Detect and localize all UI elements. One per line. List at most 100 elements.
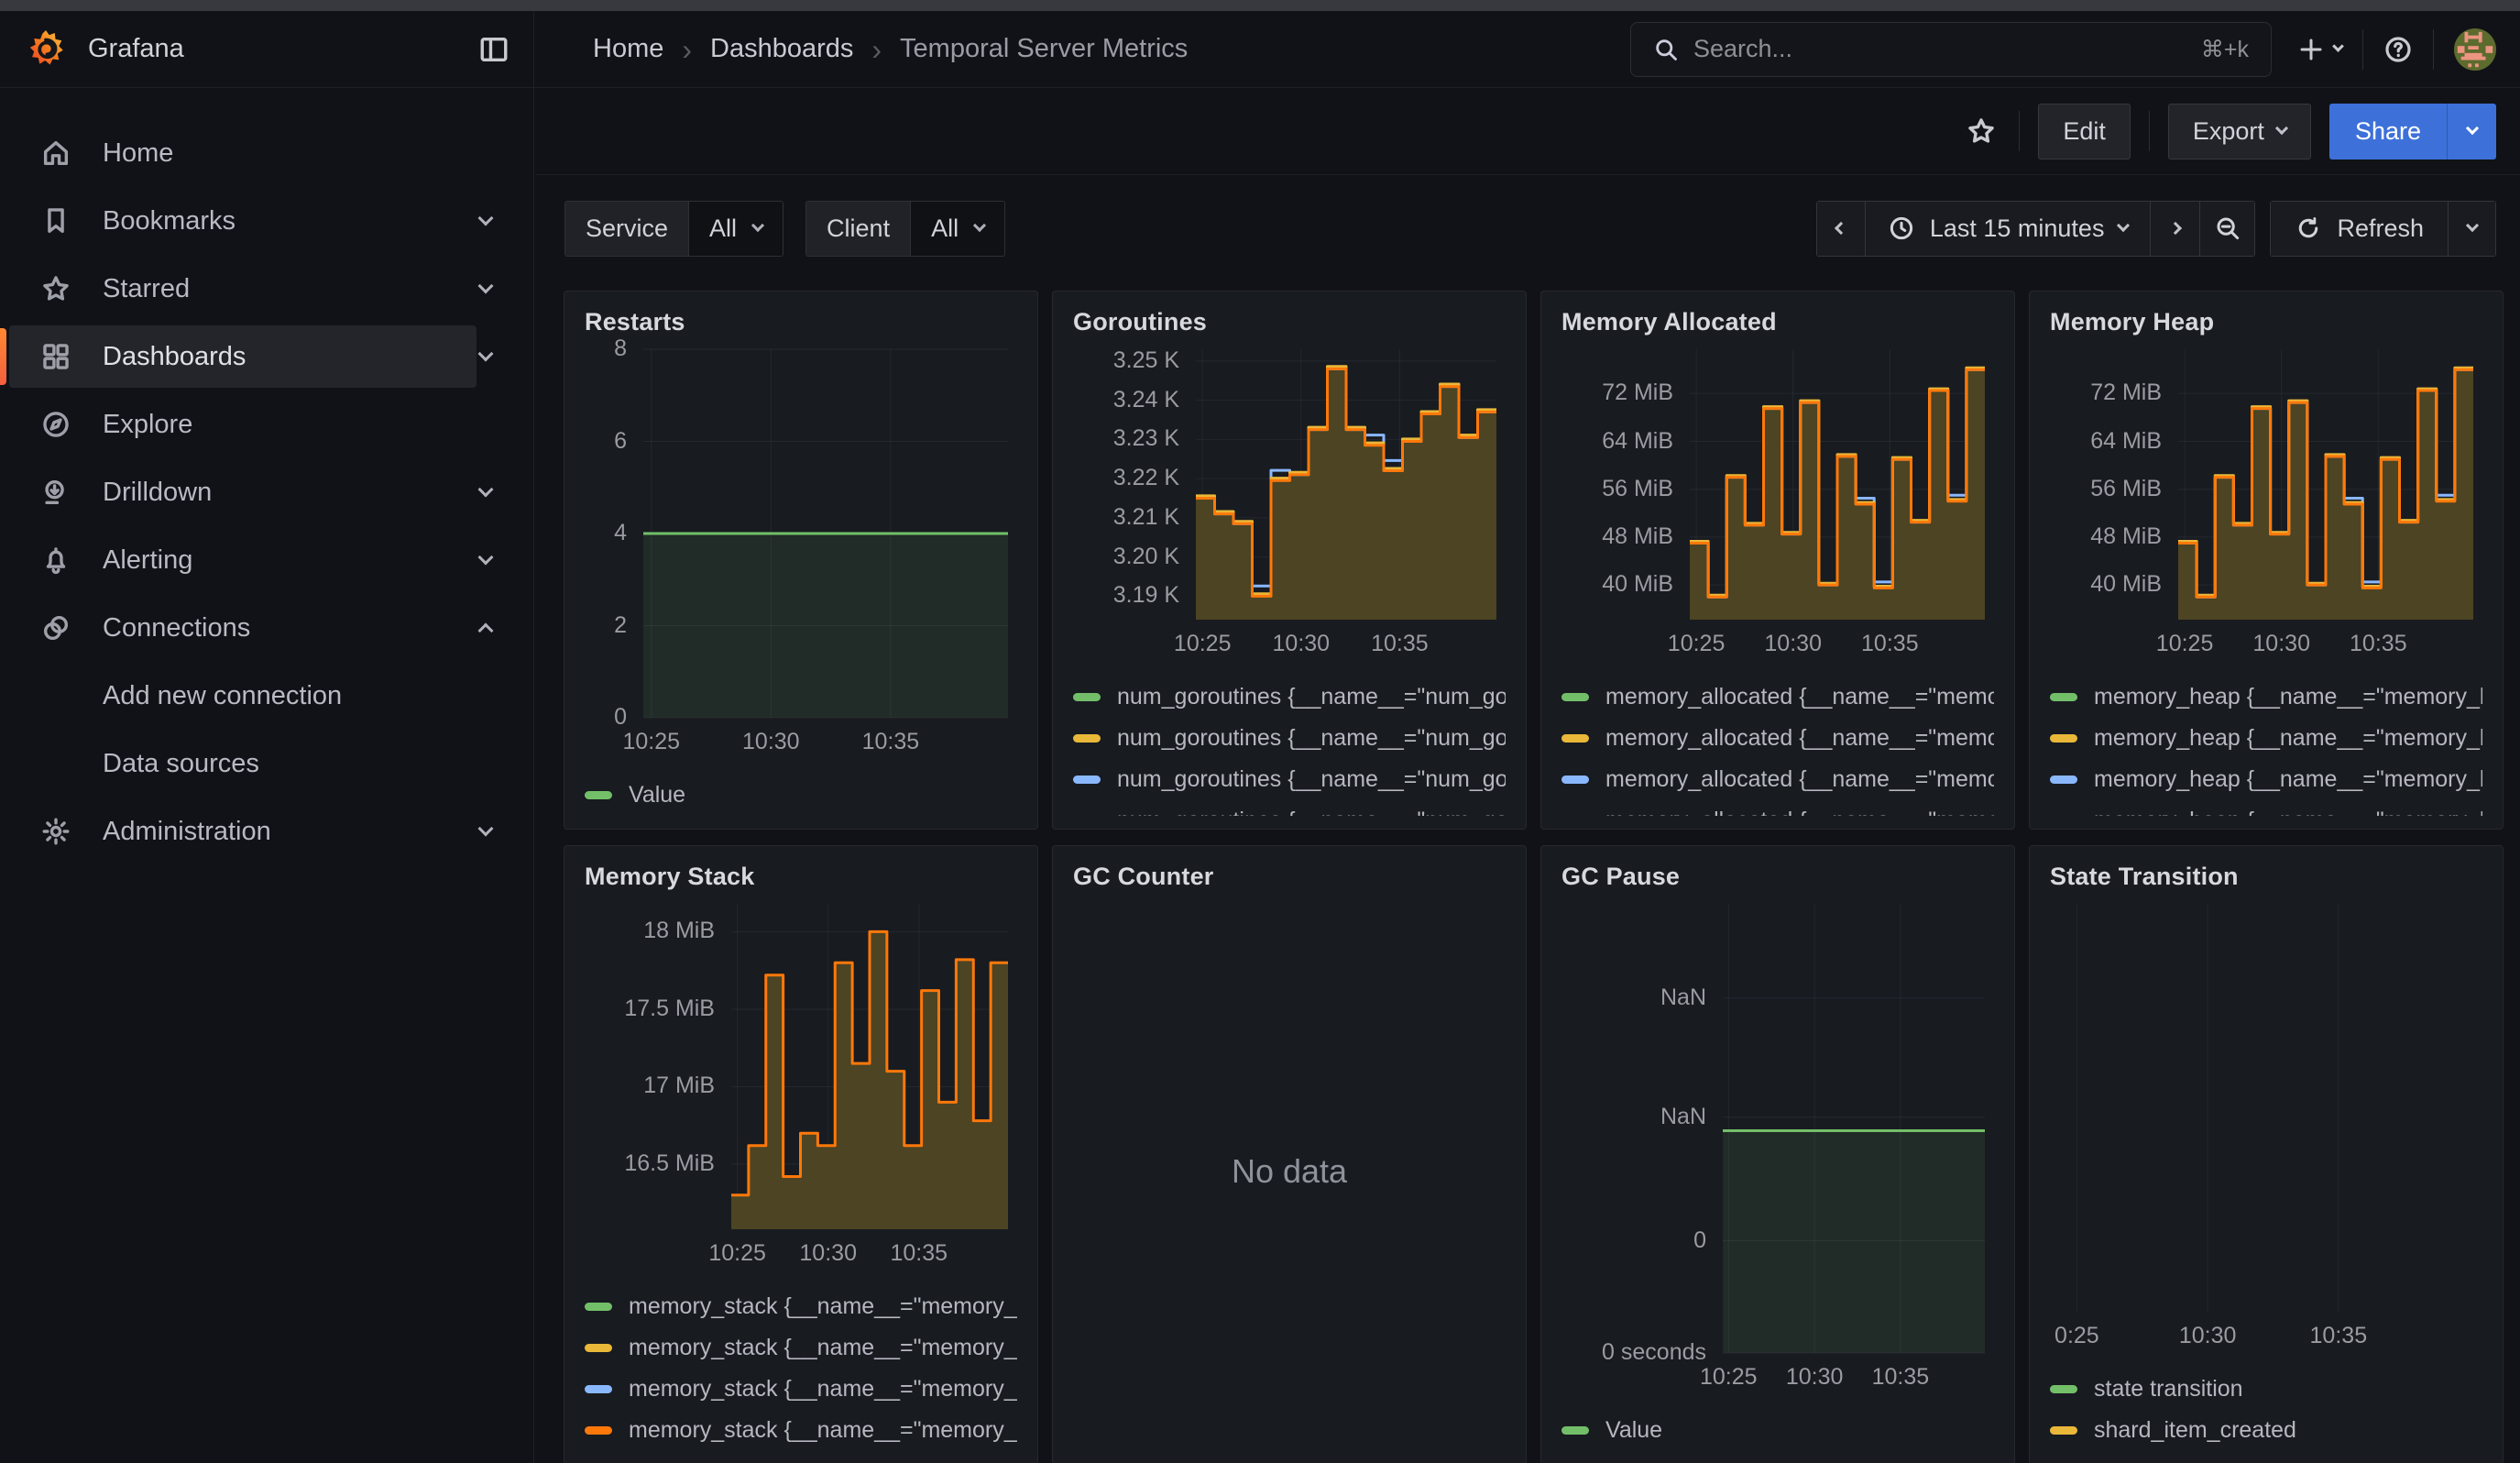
legend: state transition shard_item_created — [2050, 1369, 2482, 1451]
legend-label: memory_heap {__name__="memory_h — [2094, 808, 2482, 816]
sidebar-item-explore[interactable]: Explore — [0, 390, 533, 458]
legend-item[interactable]: memory_allocated {__name__="memo — [1561, 759, 1994, 800]
time-shift-back-button[interactable] — [1816, 201, 1866, 257]
sidebar-item-home[interactable]: Home — [0, 119, 533, 187]
time-range-picker[interactable]: Last 15 minutes — [1866, 201, 2152, 257]
panel-restarts: Restarts 8642010:2510:3010:35 Value — [564, 291, 1038, 830]
top-bar-left: Grafana — [0, 11, 534, 87]
sidebar-toggle-icon[interactable] — [478, 34, 509, 65]
sidebar-item-administration[interactable]: Administration — [0, 798, 533, 865]
timeseries-chart[interactable]: 72 MiB64 MiB56 MiB48 MiB40 MiB10:2510:30… — [2050, 342, 2482, 667]
panel-title[interactable]: Memory Stack — [585, 863, 1017, 891]
avatar-pixel-art — [2454, 28, 2496, 71]
add-new-button[interactable] — [2297, 36, 2342, 63]
favorite-star-button[interactable] — [1966, 116, 1997, 147]
sidebar-item-drilldown[interactable]: Drilldown — [0, 458, 533, 526]
share-button[interactable]: Share — [2329, 104, 2447, 160]
sidebar-nav: Home Bookmarks Starred Dashboards Explor… — [0, 88, 534, 1463]
legend-label: memory_heap {__name__="memory_h — [2094, 766, 2482, 793]
chevron-down-icon[interactable] — [478, 550, 494, 566]
zoom-out-icon — [2214, 214, 2241, 242]
legend-item[interactable]: num_goroutines {__name__="num_go — [1073, 718, 1506, 759]
legend-item[interactable]: memory_stack {__name__="memory_s — [585, 1410, 1017, 1451]
legend-item[interactable]: num_goroutines {__name__="num_go — [1073, 800, 1506, 816]
legend-item[interactable]: memory_allocated {__name__="memo — [1561, 718, 1994, 759]
legend-label: shard_item_created — [2094, 1417, 2296, 1444]
legend-label: memory_stack {__name__="memory_s — [629, 1376, 1017, 1402]
legend-item[interactable]: memory_stack {__name__="memory_s — [585, 1369, 1017, 1410]
zoom-out-button[interactable] — [2200, 201, 2255, 257]
chevron-down-icon[interactable] — [478, 821, 494, 837]
legend-item[interactable]: memory_heap {__name__="memory_h — [2050, 718, 2482, 759]
edit-button[interactable]: Edit — [2038, 104, 2131, 160]
legend-item[interactable]: memory_stack {__name__="memory_s — [585, 1286, 1017, 1327]
sidebar-item-alerting[interactable]: Alerting — [0, 526, 533, 594]
sidebar-item-starred[interactable]: Starred — [0, 255, 533, 323]
breadcrumb-home[interactable]: Home — [593, 34, 663, 64]
legend-item[interactable]: memory_heap {__name__="memory_h — [2050, 676, 2482, 718]
client-variable[interactable]: Client All — [805, 201, 1005, 257]
sidebar-item-dashboards[interactable]: Dashboards — [0, 323, 533, 390]
breadcrumb-dashboards[interactable]: Dashboards — [710, 34, 853, 64]
legend-swatch — [1561, 734, 1589, 742]
legend-label: memory_heap {__name__="memory_h — [2094, 725, 2482, 752]
chevron-down-icon[interactable] — [478, 279, 494, 294]
legend: Value — [585, 775, 1017, 816]
chevron-down-icon[interactable] — [478, 211, 494, 226]
sidebar-item-add-new-connection[interactable]: Add new connection — [0, 662, 533, 730]
timeseries-chart[interactable]: 18 MiB17.5 MiB17 MiB16.5 MiB10:2510:3010… — [585, 896, 1017, 1277]
refresh-interval-dropdown[interactable] — [2449, 201, 2496, 257]
export-button[interactable]: Export — [2168, 104, 2311, 160]
legend-item[interactable]: num_goroutines {__name__="num_go — [1073, 759, 1506, 800]
legend-item[interactable]: shard_item_created — [2050, 1410, 2482, 1451]
panel-title[interactable]: GC Pause — [1561, 863, 1994, 891]
sidebar-item-data-sources[interactable]: Data sources — [0, 730, 533, 798]
panel-title[interactable]: Memory Allocated — [1561, 308, 1994, 336]
sidebar-item-connections[interactable]: Connections — [0, 594, 533, 662]
panel-title[interactable]: GC Counter — [1073, 863, 1506, 891]
panel-goroutines: Goroutines 3.25 K3.24 K3.23 K3.22 K3.21 … — [1052, 291, 1527, 830]
legend-item[interactable]: Value — [585, 775, 1017, 816]
dashboards-icon — [40, 341, 71, 372]
client-variable-value[interactable]: All — [910, 202, 1004, 256]
divider — [2019, 111, 2020, 151]
share-split-button: Share — [2329, 104, 2496, 160]
timeseries-chart[interactable]: 72 MiB64 MiB56 MiB48 MiB40 MiB10:2510:30… — [1561, 342, 1994, 667]
legend-item[interactable]: memory_heap {__name__="memory_h — [2050, 800, 2482, 816]
legend-swatch — [585, 791, 612, 799]
legend: memory_heap {__name__="memory_h memory_h… — [2050, 676, 2482, 816]
refresh-button[interactable]: Refresh — [2270, 201, 2449, 257]
panel-title[interactable]: State Transition — [2050, 863, 2482, 891]
timeseries-chart[interactable]: 3.25 K3.24 K3.23 K3.22 K3.21 K3.20 K3.19… — [1073, 342, 1506, 667]
panel-title[interactable]: Restarts — [585, 308, 1017, 336]
breadcrumb-current: Temporal Server Metrics — [900, 34, 1188, 64]
chevron-up-icon[interactable] — [478, 623, 494, 639]
legend-item[interactable]: memory_heap {__name__="memory_h — [2050, 759, 2482, 800]
timeseries-chart[interactable]: 8642010:2510:3010:35 — [585, 342, 1017, 765]
legend-item[interactable]: memory_allocated {__name__="memo — [1561, 676, 1994, 718]
legend-swatch — [585, 1385, 612, 1393]
legend-item[interactable]: state transition — [2050, 1369, 2482, 1410]
legend-item[interactable]: memory_allocated {__name__="memo — [1561, 800, 1994, 816]
service-variable-value[interactable]: All — [688, 202, 783, 256]
legend-item[interactable]: memory_stack {__name__="memory_s — [585, 1327, 1017, 1369]
legend-item[interactable]: Value — [1561, 1410, 1994, 1451]
chevron-down-icon[interactable] — [478, 482, 494, 498]
search-box[interactable]: ⌘+k — [1630, 22, 2272, 77]
panel-gc-counter: GC Counter No data — [1052, 845, 1527, 1463]
timeseries-chart[interactable]: 0:2510:3010:35 — [2050, 896, 2482, 1359]
user-avatar[interactable] — [2454, 28, 2496, 71]
sidebar-item-bookmarks[interactable]: Bookmarks — [0, 187, 533, 255]
search-input[interactable] — [1693, 35, 2201, 63]
time-shift-forward-button[interactable] — [2151, 201, 2200, 257]
legend-label: memory_stack {__name__="memory_s — [629, 1293, 1017, 1320]
legend-label: memory_stack {__name__="memory_s — [629, 1335, 1017, 1361]
service-variable[interactable]: Service All — [564, 201, 783, 257]
panel-title[interactable]: Goroutines — [1073, 308, 1506, 336]
legend-item[interactable]: num_goroutines {__name__="num_go — [1073, 676, 1506, 718]
panel-title[interactable]: Memory Heap — [2050, 308, 2482, 336]
share-dropdown-button[interactable] — [2447, 104, 2496, 160]
chevron-down-icon[interactable] — [478, 346, 494, 362]
help-button[interactable] — [2383, 35, 2413, 64]
timeseries-chart[interactable]: NaNNaN00 seconds10:2510:3010:35 — [1561, 896, 1994, 1401]
